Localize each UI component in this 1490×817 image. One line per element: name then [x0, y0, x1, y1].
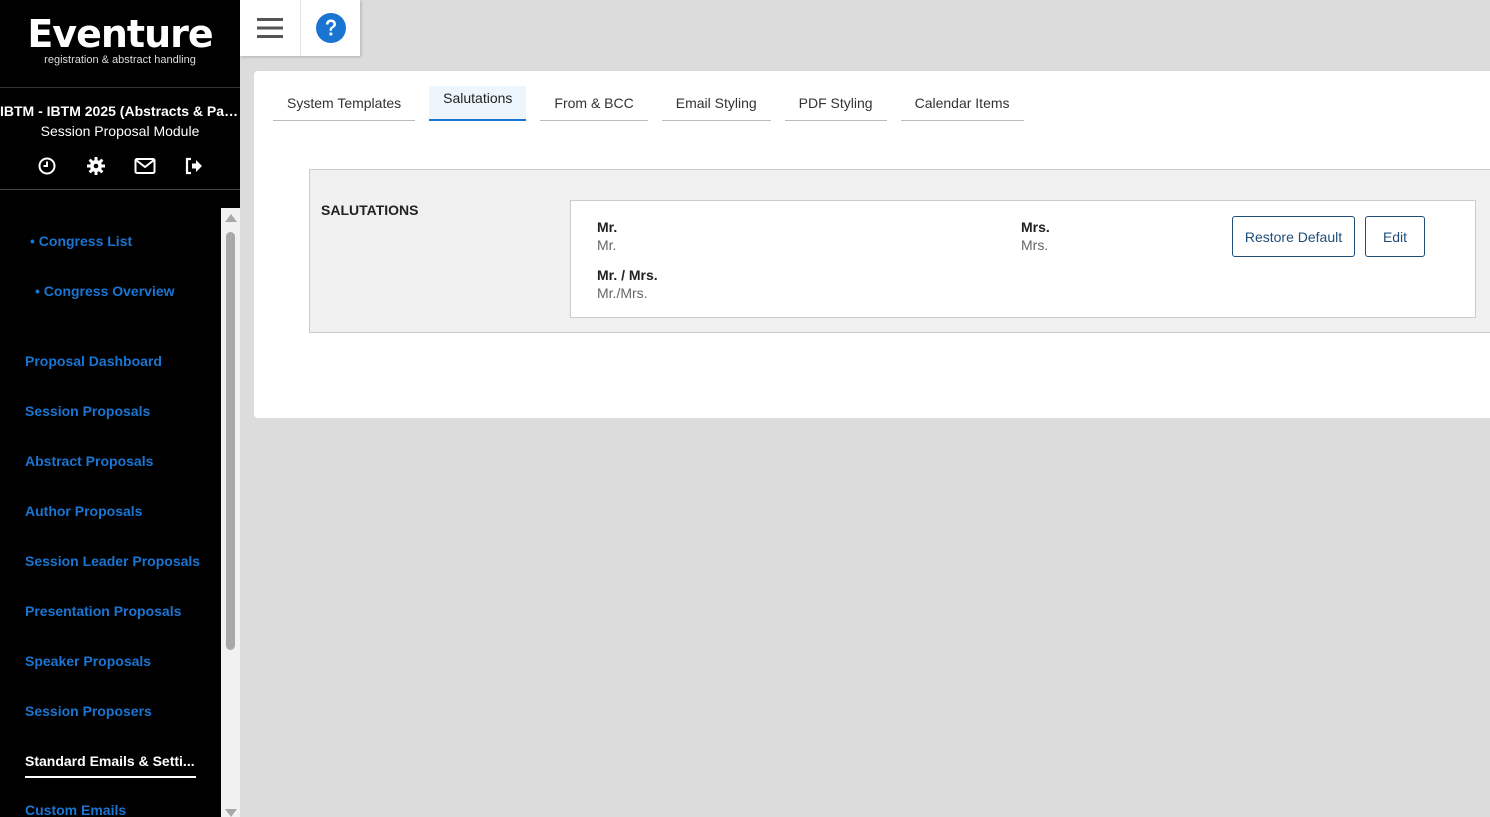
clock-icon[interactable] [34, 153, 60, 179]
salutation-value: Mr. [597, 237, 617, 253]
sidebar-icon-row [0, 142, 240, 190]
brand-logo: Eventure registration & abstract handlin… [0, 0, 240, 88]
sidebar-item-abstract-proposals[interactable]: Abstract Proposals [25, 453, 153, 469]
brand-name: Eventure [27, 12, 213, 56]
restore-default-button[interactable]: Restore Default [1232, 216, 1355, 257]
active-item-underline [25, 776, 196, 778]
top-toolbar [240, 0, 360, 56]
tab-from-bcc[interactable]: From & BCC [540, 86, 648, 121]
sidebar-item-custom-emails[interactable]: Custom Emails [25, 802, 126, 817]
salutations-panel: Mr. Mr. Mrs. Mrs. Mr. / Mrs. Mr./Mrs. Re… [570, 200, 1476, 318]
tab-pdf-styling[interactable]: PDF Styling [784, 86, 887, 121]
salutation-value: Mrs. [1021, 237, 1049, 253]
tab-salutations[interactable]: Salutations [429, 86, 527, 121]
sidebar-item-speaker-proposals[interactable]: Speaker Proposals [25, 653, 151, 669]
salutation-value: Mr./Mrs. [597, 285, 648, 301]
salutation-label: Mr. [597, 219, 618, 235]
tab-system-templates[interactable]: System Templates [273, 86, 416, 121]
scrollbar-thumb[interactable] [226, 232, 235, 650]
menu-toggle-button[interactable] [240, 0, 300, 56]
settings-card: System Templates Salutations From & BCC … [254, 71, 1490, 418]
sidebar-scrollbar[interactable] [221, 208, 240, 817]
congress-title: IBTM - IBTM 2025 (Abstracts & Par... [0, 103, 240, 119]
salutation-label: Mrs. [1021, 219, 1050, 235]
sidebar-item-session-proposals[interactable]: Session Proposals [25, 403, 150, 419]
sidebar-item-proposal-dashboard[interactable]: Proposal Dashboard [25, 353, 162, 369]
scroll-up-arrow-icon[interactable] [225, 214, 237, 222]
sidebar-item-author-proposals[interactable]: Author Proposals [25, 503, 142, 519]
help-icon [315, 13, 346, 43]
module-name: Session Proposal Module [40, 123, 200, 139]
salutation-item: Mr. / Mrs. Mr./Mrs. [597, 266, 658, 303]
help-button[interactable] [300, 0, 360, 56]
sidebar-item-presentation-proposals[interactable]: Presentation Proposals [25, 603, 181, 619]
tab-calendar-items[interactable]: Calendar Items [900, 86, 1024, 121]
salutation-item: Mr. Mr. [597, 218, 617, 255]
sidebar-item-congress-overview[interactable]: • Congress Overview [35, 283, 175, 299]
settings-tabs: System Templates Salutations From & BCC … [273, 86, 1038, 121]
sidebar-nav: • Congress List • Congress Overview Prop… [0, 208, 221, 817]
sidebar-item-session-leader-proposals[interactable]: Session Leader Proposals [25, 553, 200, 569]
sidebar-item-congress-list[interactable]: • Congress List [30, 233, 132, 249]
scroll-down-arrow-icon[interactable] [225, 809, 237, 817]
sidebar-item-session-proposers[interactable]: Session Proposers [25, 703, 152, 719]
edit-button[interactable]: Edit [1365, 216, 1425, 257]
gear-icon[interactable] [83, 153, 109, 179]
hamburger-menu-icon [257, 18, 283, 38]
salutation-item: Mrs. Mrs. [1021, 218, 1050, 255]
tab-email-styling[interactable]: Email Styling [661, 86, 771, 121]
envelope-icon[interactable] [132, 153, 158, 179]
salutations-section: SALUTATIONS Mr. Mr. Mrs. Mrs. Mr. / Mrs.… [309, 169, 1490, 333]
section-title: SALUTATIONS [321, 202, 419, 218]
sidebar: Eventure registration & abstract handlin… [0, 0, 240, 817]
salutation-label: Mr. / Mrs. [597, 267, 658, 283]
logout-icon[interactable] [181, 153, 207, 179]
congress-info: IBTM - IBTM 2025 (Abstracts & Par... Ses… [0, 88, 240, 142]
sidebar-item-standard-emails-settings[interactable]: Standard Emails & Setti... [25, 753, 195, 769]
